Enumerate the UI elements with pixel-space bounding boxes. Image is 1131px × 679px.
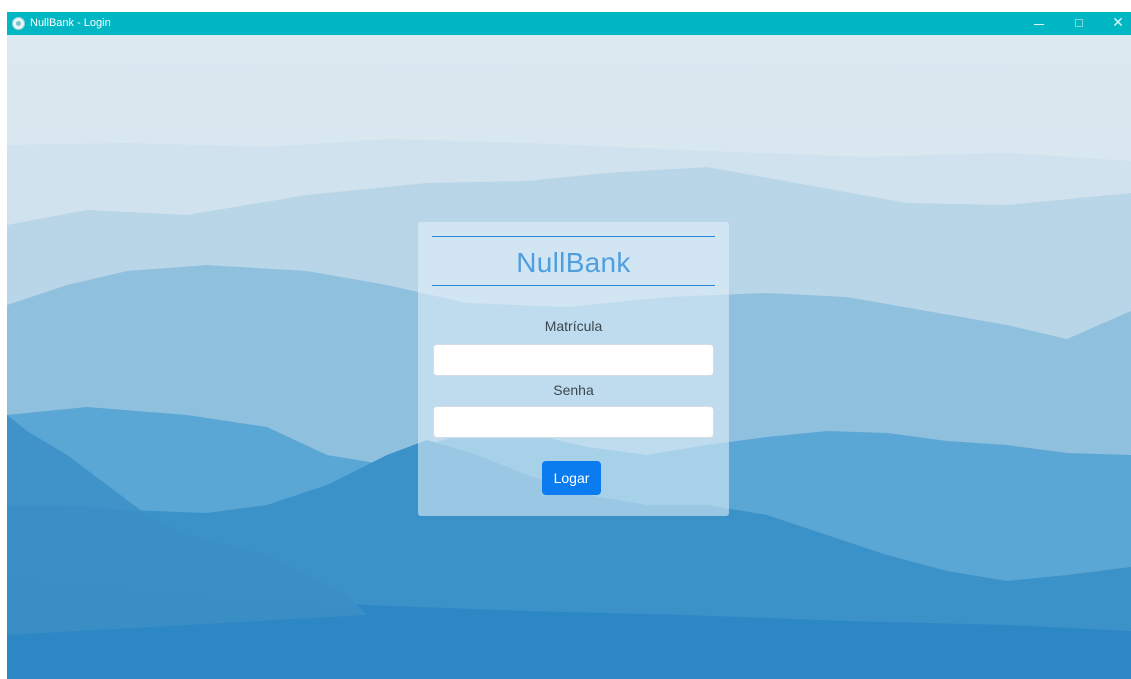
login-button[interactable]: Logar (542, 461, 601, 495)
title-bar: NullBank - Login ✕ (7, 12, 1131, 35)
close-icon: ✕ (1112, 15, 1124, 31)
senha-input[interactable] (433, 406, 714, 438)
minimize-button[interactable] (1024, 12, 1054, 35)
matricula-label: Matrícula (544, 318, 603, 334)
app-window: NullBank - Login ✕ NullBank Matrícula Se… (7, 12, 1131, 679)
login-card: NullBank Matrícula Senha Logar (418, 222, 729, 516)
senha-label: Senha (553, 382, 594, 398)
brand-top-divider (432, 236, 715, 237)
brand-title: NullBank (516, 247, 631, 278)
window-title: NullBank - Login (30, 17, 111, 29)
close-button[interactable]: ✕ (1103, 12, 1131, 35)
app-icon (12, 17, 25, 30)
brand-bottom-divider (432, 285, 715, 286)
matricula-input[interactable] (433, 344, 714, 376)
maximize-button[interactable] (1065, 12, 1095, 35)
